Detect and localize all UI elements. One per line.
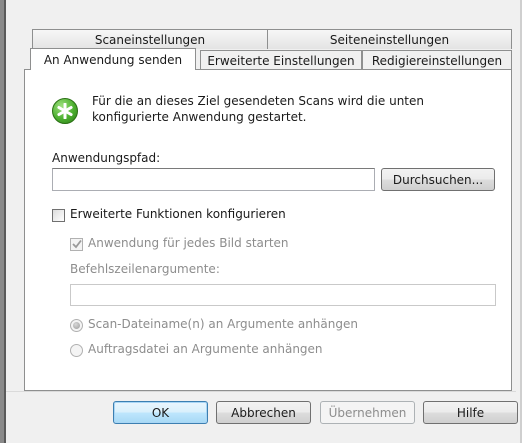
path-label: Anwendungspfad: bbox=[52, 151, 161, 165]
per-image-checkbox[interactable] bbox=[70, 238, 83, 251]
cancel-button-label: Abbrechen bbox=[231, 405, 296, 420]
info-text-line1: Für die an dieses Ziel gesendeten Scans … bbox=[92, 94, 424, 108]
help-button-label: Hilfe bbox=[456, 405, 485, 420]
apply-button-label: Übernehmen bbox=[328, 405, 407, 420]
tab-an-anwendung-senden[interactable]: An Anwendung senden bbox=[30, 48, 196, 70]
radio-job-file[interactable] bbox=[70, 344, 83, 357]
radio-scan-filenames-label: Scan-Dateiname(n) an Argumente anhängen bbox=[88, 317, 358, 331]
checkmark-icon bbox=[72, 239, 82, 249]
args-label: Befehlszeilenargumente: bbox=[70, 262, 220, 276]
tab-label: Erweiterte Einstellungen bbox=[207, 53, 355, 68]
footer-separator bbox=[6, 391, 516, 392]
radio-job-file-label: Auftragsdatei an Argumente anhängen bbox=[88, 342, 323, 356]
advanced-label: Erweiterte Funktionen konfigurieren bbox=[70, 207, 286, 221]
ok-button[interactable]: OK bbox=[113, 401, 208, 424]
tab-seiteneinstellungen[interactable]: Seiteneinstellungen bbox=[267, 29, 512, 49]
star-glyph-icon bbox=[57, 103, 73, 119]
tab-label: An Anwendung senden bbox=[43, 52, 183, 67]
tab-redigiereinstellungen[interactable]: Redigiereinstellungen bbox=[362, 50, 512, 70]
tab-erweiterte-einstellungen[interactable]: Erweiterte Einstellungen bbox=[200, 50, 362, 70]
radio-scan-filenames[interactable] bbox=[70, 319, 83, 332]
browse-button[interactable]: Durchsuchen... bbox=[381, 168, 495, 191]
browse-button-label: Durchsuchen... bbox=[392, 172, 484, 187]
cancel-button[interactable]: Abbrechen bbox=[216, 401, 311, 424]
tab-scaneinstellungen[interactable]: Scaneinstellungen bbox=[32, 29, 268, 49]
tab-label: Scaneinstellungen bbox=[94, 32, 206, 47]
info-text-line2: konfigurierte Anwendung gestartet. bbox=[92, 110, 307, 124]
ok-button-label: OK bbox=[151, 405, 170, 420]
tab-label: Redigiereinstellungen bbox=[371, 53, 503, 68]
tab-label: Seiteneinstellungen bbox=[329, 32, 450, 47]
args-input[interactable] bbox=[70, 284, 496, 306]
path-input[interactable] bbox=[52, 168, 375, 191]
per-image-label: Anwendung für jedes Bild starten bbox=[88, 236, 289, 250]
advanced-checkbox[interactable] bbox=[52, 209, 65, 222]
green-star-info-icon bbox=[52, 98, 78, 124]
apply-button[interactable]: Übernehmen bbox=[320, 401, 415, 424]
help-button[interactable]: Hilfe bbox=[423, 401, 518, 424]
